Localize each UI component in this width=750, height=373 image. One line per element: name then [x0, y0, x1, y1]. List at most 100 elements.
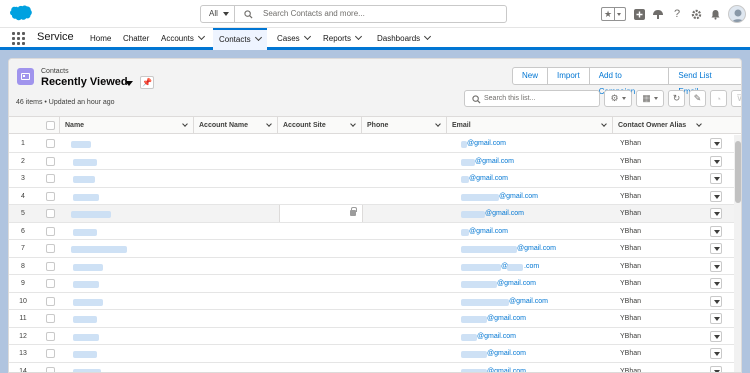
avatar[interactable]: [728, 5, 746, 23]
account-site-cell[interactable]: [279, 205, 363, 222]
waffle-icon[interactable]: [12, 32, 25, 45]
chevron-down-icon[interactable]: [197, 32, 205, 41]
table-row[interactable]: 6 @gmail.com YBhan: [9, 222, 741, 240]
search-input[interactable]: Search Contacts and more...: [263, 6, 365, 22]
chevron-down-icon[interactable]: [182, 121, 188, 127]
row-checkbox[interactable]: [46, 314, 55, 323]
chevron-down-icon[interactable]: [601, 121, 607, 127]
table-row[interactable]: 12 @gmail.com YBhan: [9, 327, 741, 345]
nav-item-accounts[interactable]: Accounts: [161, 28, 205, 50]
redacted-name-link[interactable]: [73, 263, 103, 271]
salesforce-logo[interactable]: [8, 5, 32, 22]
bell-icon[interactable]: [709, 8, 721, 20]
row-actions-menu[interactable]: [710, 295, 722, 307]
row-actions-menu[interactable]: [710, 243, 722, 254]
table-row[interactable]: 3 @gmail.com YBhan: [9, 170, 741, 188]
email-link[interactable]: @gmail.com: [487, 363, 526, 373]
table-row[interactable]: 10 @gmail.com YBhan: [9, 292, 741, 310]
chevron-down-icon[interactable]: [303, 32, 311, 41]
redacted-name-link[interactable]: [73, 368, 101, 372]
column-header-account-site[interactable]: Account Site: [277, 117, 361, 134]
row-checkbox[interactable]: [46, 174, 55, 183]
row-checkbox[interactable]: [46, 244, 55, 253]
row-checkbox[interactable]: [46, 209, 55, 218]
row-checkbox[interactable]: [46, 296, 55, 306]
trailhead-icon[interactable]: [652, 8, 664, 20]
chevron-down-icon[interactable]: [424, 32, 432, 41]
table-row[interactable]: 7 @gmail.com YBhan: [9, 240, 741, 258]
table-row[interactable]: 2 @gmail.com YBhan: [9, 152, 741, 170]
email-link[interactable]: @gmail.com: [475, 153, 514, 170]
nav-item-dashboards[interactable]: Dashboards: [377, 28, 432, 50]
email-link[interactable]: @gmail.com: [469, 223, 508, 240]
filter-icon[interactable]: ⊽: [731, 90, 741, 107]
row-actions-menu[interactable]: [710, 365, 722, 372]
table-row[interactable]: 4 @gmail.com YBhan: [9, 187, 741, 205]
gear-icon[interactable]: [690, 8, 702, 20]
redacted-name-link[interactable]: [71, 141, 91, 148]
row-actions-menu[interactable]: [710, 173, 722, 184]
column-header-name[interactable]: Name: [59, 117, 193, 134]
row-checkbox[interactable]: [46, 279, 55, 288]
redacted-name-link[interactable]: [73, 351, 97, 358]
chart-icon[interactable]: ◔: [710, 90, 727, 107]
row-actions-menu[interactable]: [710, 190, 722, 202]
chevron-down-icon[interactable]: [696, 121, 702, 127]
row-checkbox[interactable]: [46, 226, 55, 236]
redacted-name-link[interactable]: [73, 333, 99, 341]
email-link[interactable]: @gmail.com: [487, 345, 526, 362]
row-actions-menu[interactable]: [710, 348, 722, 359]
column-header-owner[interactable]: Contact Owner Alias: [612, 117, 707, 134]
row-actions-menu[interactable]: [710, 313, 722, 324]
nav-item-chatter[interactable]: Chatter: [123, 28, 149, 50]
email-link[interactable]: @gmail.com: [499, 188, 538, 205]
row-checkbox[interactable]: [46, 139, 55, 148]
row-actions-menu[interactable]: [710, 260, 722, 272]
redacted-name-link[interactable]: [73, 176, 95, 183]
list-view-picker-icon[interactable]: [125, 81, 133, 86]
help-icon[interactable]: ?: [671, 8, 683, 20]
row-actions-menu[interactable]: [710, 330, 722, 342]
email-link[interactable]: @gmail.com: [497, 275, 536, 292]
table-row[interactable]: 8 @ .com YBhan: [9, 257, 741, 275]
chevron-down-icon[interactable]: [435, 121, 441, 127]
chevron-down-icon[interactable]: [266, 121, 272, 127]
pin-icon[interactable]: 📌: [140, 76, 154, 89]
list-view-title[interactable]: Recently Viewed: [41, 76, 128, 88]
row-checkbox[interactable]: [46, 156, 55, 166]
row-actions-menu[interactable]: [710, 208, 722, 219]
row-checkbox[interactable]: [46, 331, 55, 341]
table-view-icon[interactable]: ▦: [636, 90, 664, 107]
redacted-name-link[interactable]: [73, 158, 97, 166]
plus-icon[interactable]: [633, 8, 645, 20]
list-settings-icon[interactable]: ⚙: [604, 90, 632, 107]
search-scope-dropdown[interactable]: All: [201, 6, 235, 22]
nav-item-home[interactable]: Home: [90, 28, 111, 50]
chevron-down-icon[interactable]: [254, 33, 262, 42]
table-scrollbar[interactable]: [734, 135, 741, 372]
email-link[interactable]: @gmail.com: [477, 328, 516, 345]
redacted-name-link[interactable]: [73, 298, 103, 306]
redacted-name-link[interactable]: [73, 281, 99, 288]
redacted-name-link[interactable]: [73, 193, 99, 201]
row-checkbox[interactable]: [46, 261, 55, 271]
table-row[interactable]: 14 @gmail.com YBhan: [9, 362, 741, 373]
favorites-button[interactable]: ★: [601, 7, 626, 21]
table-row[interactable]: 5 @gmail.com YBhan: [9, 205, 741, 223]
select-all-checkbox[interactable]: [46, 121, 55, 130]
table-row[interactable]: 9 @gmail.com YBhan: [9, 275, 741, 293]
table-row[interactable]: 13 @gmail.com YBhan: [9, 345, 741, 363]
row-actions-menu[interactable]: [710, 225, 722, 237]
new-button[interactable]: New: [512, 67, 549, 85]
row-actions-menu[interactable]: [710, 155, 722, 167]
email-link[interactable]: @gmail.com: [509, 293, 548, 310]
column-header-account-name[interactable]: Account Name: [193, 117, 277, 134]
add-to-campaign-button[interactable]: Add to Campaign: [588, 67, 670, 96]
send-list-email-button[interactable]: Send List Email: [668, 67, 741, 96]
column-header-email[interactable]: Email: [446, 117, 612, 134]
refresh-icon[interactable]: ↻: [668, 90, 685, 107]
table-row[interactable]: 1 @gmail.com YBhan: [9, 135, 741, 153]
row-checkbox[interactable]: [46, 366, 55, 372]
redacted-name-link[interactable]: [73, 228, 97, 236]
nav-item-reports[interactable]: Reports: [323, 28, 363, 50]
